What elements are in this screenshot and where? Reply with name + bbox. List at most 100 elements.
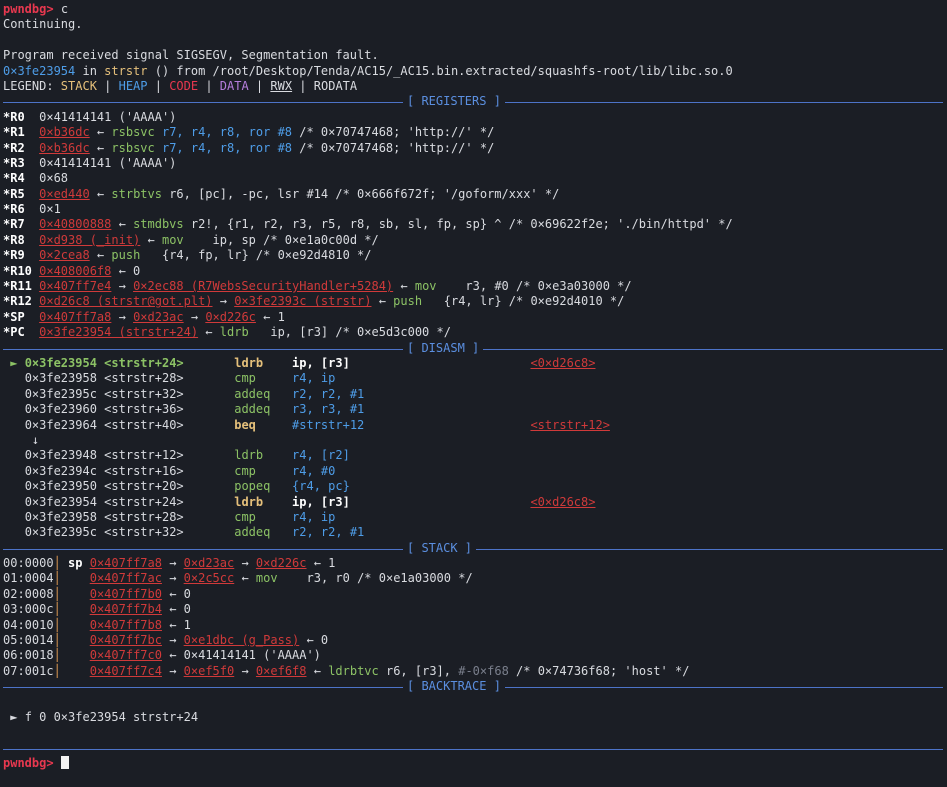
terminal-window[interactable]: pwndbg> c Continuing. Program received s… [0, 0, 947, 787]
stack-offset: 07:001c [3, 663, 54, 678]
disasm-gap [205, 387, 234, 401]
stack-register [68, 587, 90, 601]
register-value: push [393, 294, 444, 309]
disasm-symbol: <strstr+12> [104, 448, 206, 463]
disasm-address: 0×3fe23954 [24, 355, 97, 370]
disasm-gap [205, 525, 234, 539]
register-value: mov [414, 279, 466, 294]
stack-offset: 04:0010 [3, 617, 54, 632]
disasm-row: 0×3fe2394c <strstr+16> cmp r4, #0 [3, 464, 947, 479]
fault-location-line: 0×3fe23954 in strstr () from /root/Deskt… [3, 64, 947, 79]
disasm-gap [205, 371, 234, 385]
disasm-gap [205, 464, 234, 478]
backtrace-separator: [ BACKTRACE ] [3, 679, 947, 695]
register-name: *R9 [3, 248, 40, 263]
disasm-symbol: <strstr+28> [104, 509, 206, 524]
disasm-opcode: addeq [234, 386, 293, 401]
legend-sep: | [147, 78, 170, 93]
stack-separator: [ STACK ] [3, 540, 947, 557]
disasm-marker [3, 418, 25, 432]
address-link: 0×ed440 [39, 186, 90, 201]
disasm-args: ip, [r3] [292, 494, 531, 509]
disasm-args: r4, [r2] [292, 448, 531, 463]
register-value: ← 0 [111, 263, 141, 278]
stack-register [68, 648, 90, 662]
disasm-reference: <0×d26c8> [530, 495, 595, 509]
backtrace-header: [ BACKTRACE ] [403, 679, 505, 695]
register-name: *R0 [3, 109, 40, 124]
register-row: *SP 0×407ff7a8 → 0×d23ac → 0×d226c ← 1 [3, 310, 947, 325]
stack-value: #-0×f68 [458, 663, 509, 678]
stack-register [68, 618, 90, 632]
register-value: {r4, lr} /* 0×e92d4010 */ [443, 294, 625, 309]
register-name: *R4 [3, 171, 40, 186]
legend-label: LEGEND: [3, 78, 61, 93]
register-value: ← [111, 217, 134, 232]
disasm-address: 0×3fe2395c [24, 525, 97, 540]
address-link: 0×40800888 [39, 217, 112, 232]
disasm-reference-text: <0×d26c8> [530, 494, 596, 509]
disasm-row: 0×3fe23958 <strstr+28> cmp r4, ip [3, 371, 947, 386]
disasm-row: 0×3fe2395c <strstr+32> addeq r2, r2, #1 [3, 387, 947, 402]
legend-sep: | [248, 78, 271, 93]
prompt-label: pwndbg> [3, 756, 54, 771]
address-link: 0×407ff7c4 [89, 663, 162, 678]
continuing-line: Continuing. [3, 17, 83, 32]
register-value: {r4, fp, lr} /* 0×e92d4810 */ [161, 248, 372, 263]
stack-value: ← 1 [306, 556, 336, 571]
register-value: → [111, 279, 134, 294]
register-value: rsbsvc [111, 125, 162, 140]
register-value: ← [89, 125, 112, 140]
register-value: r7, r4, r8, ror #8 [161, 125, 293, 140]
register-value: r7, r4, r8, ror #8 [161, 140, 293, 155]
prompt-line: pwndbg> c [3, 2, 947, 17]
stack-value: mov [255, 571, 307, 586]
stack-divider: │ [53, 571, 69, 586]
stack-divider: │ [53, 556, 69, 571]
bottom-separator [3, 741, 947, 756]
register-name: *R5 [3, 186, 40, 201]
disasm-opcode: ldrb [234, 355, 293, 370]
disasm-gap [205, 510, 234, 524]
register-value: ldrb [219, 325, 271, 340]
register-name: *R12 [3, 294, 40, 309]
disasm-args: #strstr+12 [292, 417, 531, 432]
register-row: *R4 0×68 [3, 171, 947, 186]
disasm-opcode: cmp [234, 509, 293, 524]
stack-value: r6, [r3], [385, 663, 459, 678]
stack-divider: │ [53, 633, 69, 648]
address-link: 0×407ff7b0 [89, 586, 162, 601]
stack-register: sp [68, 556, 90, 571]
disasm-marker [3, 371, 25, 385]
disasm-panel: ► 0×3fe23954 <strstr+24> ldrb ip, [r3] <… [3, 356, 947, 541]
stack-value: → [161, 556, 184, 571]
input-prompt-line[interactable]: pwndbg> [3, 756, 947, 771]
register-value: → [212, 294, 235, 309]
register-row: *R12 0×d26c8 (strstr@got.plt) → 0×3fe239… [3, 294, 947, 309]
disasm-opcode: addeq [234, 525, 293, 540]
disasm-address: 0×3fe23958 [24, 371, 97, 386]
disasm-args: r2, r2, #1 [292, 386, 531, 401]
disasm-marker [3, 448, 25, 462]
disasm-gap [205, 402, 234, 416]
stack-value: ← 0×41414141 ('AAAA') [161, 648, 321, 663]
stack-row: 01:0004│ 0×407ff7ac → 0×2c5cc ← mov r3, … [3, 571, 947, 586]
register-value: ← [89, 140, 112, 155]
disasm-address: 0×3fe23948 [24, 448, 97, 463]
register-value: r6, [pc], -pc, lsr #14 /* 0×666f672f; '/… [169, 186, 560, 201]
register-row: *R3 0×41414141 ('AAAA') [3, 156, 947, 171]
stack-register [68, 664, 90, 678]
fault-address: 0×3fe23954 [3, 63, 76, 78]
stack-offset: 01:0004 [3, 571, 54, 586]
register-value: ← [371, 294, 394, 309]
address-link: 0×b36dc [39, 125, 90, 140]
stack-divider: │ [53, 602, 69, 617]
register-row: *R6 0×1 [3, 202, 947, 217]
address-link: 0×ef6f8 [255, 663, 307, 678]
text-cursor[interactable] [60, 756, 69, 770]
fault-function: strstr [104, 63, 148, 78]
disasm-symbol: <strstr+32> [104, 525, 206, 540]
register-name: *PC [3, 325, 40, 340]
register-name: *R2 [3, 140, 40, 155]
